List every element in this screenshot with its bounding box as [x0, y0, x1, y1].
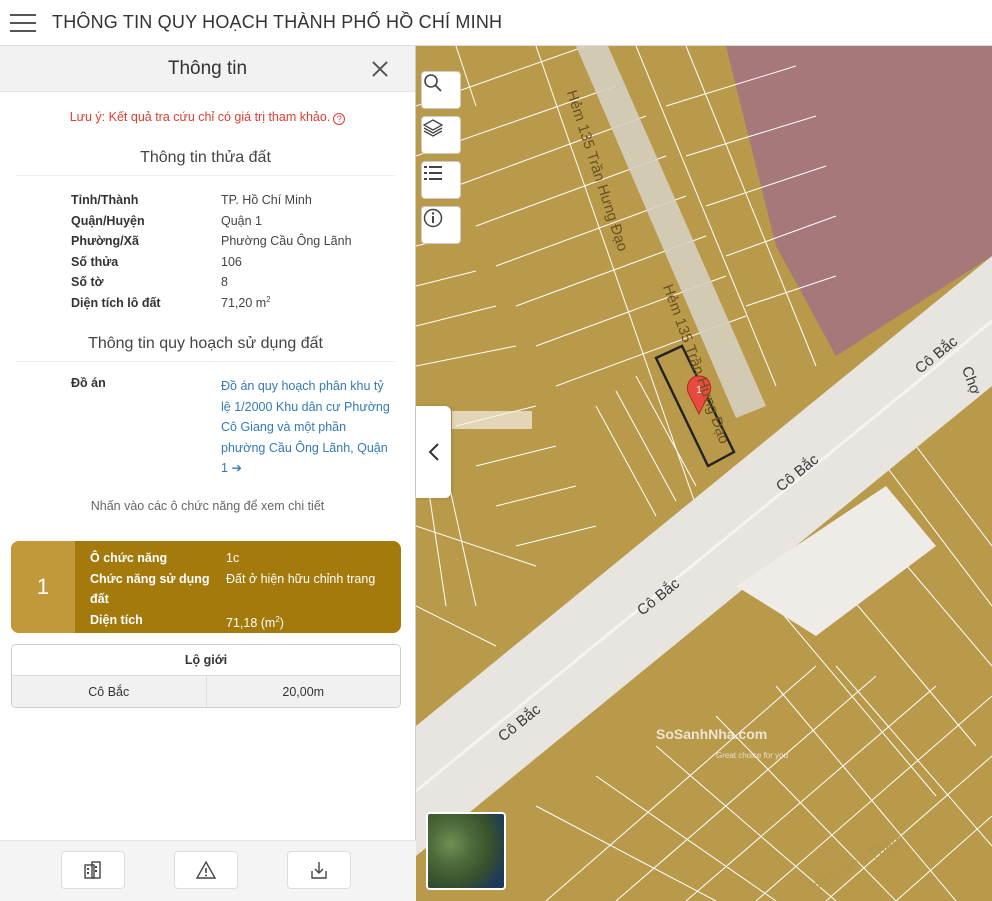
parcel-key: Diện tích lô đất — [71, 295, 161, 310]
map-search-button[interactable] — [421, 71, 461, 109]
parcel-row: Quận/Huyện Quận 1 — [71, 211, 415, 232]
alley-road — [576, 46, 766, 418]
panel-footer — [0, 840, 416, 901]
map-list-button[interactable] — [421, 161, 461, 199]
parcel-value: 106 — [221, 254, 242, 269]
map-info-button[interactable] — [421, 206, 461, 244]
hint-text: Nhấn vào các ô chức năng để xem chi tiết — [90, 498, 325, 513]
watermark: SoSanhNha.com — [656, 726, 768, 742]
arrow-right-icon: ➔ — [231, 461, 242, 475]
parcel-value: TP. Hồ Chí Minh — [221, 193, 312, 208]
plan-section-title: Thông tin quy hoạch sử dụng đất — [16, 335, 395, 362]
app-header: THÔNG TIN QUY HOẠCH THÀNH PHỐ HỒ CHÍ MIN… — [0, 0, 992, 46]
disclaimer-notice: Lưu ý: Kết quả tra cứu chỉ có giá trị th… — [0, 110, 415, 125]
function-row: Diện tích 71,18 (m2) — [90, 610, 375, 634]
blur-strip — [452, 411, 532, 429]
plan-link-text[interactable]: Đồ án quy hoạch phân khu tỷ lệ 1/2000 Kh… — [221, 379, 390, 475]
parcel-key: Số thửa — [71, 254, 119, 269]
watermark-tagline: Great choice for you — [716, 751, 789, 760]
function-area: 71,18 (m — [226, 615, 276, 630]
map-canvas[interactable]: 1 — [416, 46, 992, 901]
search-icon — [424, 74, 442, 92]
building-icon — [84, 861, 101, 879]
function-value: Đất ở hiện hữu chỉnh trang — [226, 571, 376, 586]
parcel-row: Tỉnh/Thành TP. Hồ Chí Minh — [71, 190, 415, 211]
menu-icon[interactable] — [10, 13, 36, 32]
layers-icon — [422, 119, 444, 137]
parcel-value: 8 — [221, 275, 228, 290]
parcel-section-title: Thông tin thửa đất — [16, 149, 395, 176]
area-unit-sup: 2 — [266, 295, 271, 305]
parcel-key: Phường/Xã — [71, 234, 139, 249]
close-icon[interactable] — [369, 58, 391, 80]
warning-icon — [195, 860, 217, 879]
table-row: Cô Bắc 20,00m — [12, 676, 400, 707]
function-key: Chức năng sử dụng đất — [90, 571, 210, 607]
collapse-panel-button[interactable] — [416, 406, 451, 498]
road-name-cell: Cô Bắc — [12, 676, 207, 707]
parcel-row: Diện tích lô đất 71,20 m2 — [71, 293, 415, 314]
warning-button[interactable] — [174, 851, 238, 889]
function-value: 1c — [226, 551, 240, 565]
function-area-tail: ) — [279, 615, 284, 630]
building-button[interactable] — [61, 851, 125, 889]
parcel-row: Số tờ 8 — [71, 272, 415, 293]
function-row: Chức năng sử dụng đất Đất ở hiện hữu chỉn… — [90, 569, 375, 610]
parcel-value: 71,20 m2 — [221, 295, 271, 310]
download-button[interactable] — [287, 851, 351, 889]
help-icon[interactable]: ? — [333, 113, 346, 125]
panel-title: Thông tin — [167, 57, 248, 79]
parcel-info: Tỉnh/Thành TP. Hồ Chí Minh Quận/Huyện Quận… — [71, 190, 415, 313]
parcel-row: Số thửa 106 — [71, 252, 415, 273]
map-layers-button[interactable] — [421, 116, 461, 154]
parcel-key: Số tờ — [71, 275, 104, 290]
function-key: Ô chức năng — [90, 551, 168, 565]
plan-link[interactable]: Đồ án quy hoạch phân khu tỷ lệ 1/2000 Kh… — [221, 376, 391, 479]
parcel-row: Phường/Xã Phường Cầu Ông Lãnh — [71, 231, 415, 252]
map-view[interactable]: 1 Hẻm 135 Trần Hưng Đạo Hẻm 135 Trần Hưn… — [416, 46, 992, 901]
function-key: Diện tích — [90, 612, 143, 627]
road-width-cell: 20,00m — [282, 685, 325, 699]
function-cell-details: Ô chức năng 1c Chức năng sử dụng đất Đất ở… — [75, 541, 375, 633]
plan-key: Đồ án — [71, 376, 106, 390]
parcel-value: Quận 1 — [221, 213, 263, 228]
road-boundary-title: Lộ giới — [12, 645, 400, 676]
disclaimer-text: Lưu ý: Kết quả tra cứu chỉ có giá trị th… — [69, 110, 331, 124]
function-value: 71,18 (m2) — [226, 610, 284, 634]
info-panel: Thông tin Lưu ý: Kết quả tra cứu chỉ có … — [0, 46, 416, 901]
function-row: Ô chức năng 1c — [90, 548, 375, 569]
satellite-toggle-thumbnail[interactable] — [426, 812, 506, 890]
parcel-value: Phường Cầu Ông Lãnh — [221, 234, 352, 249]
function-cell-card[interactable]: 1 Ô chức năng 1c Chức năng sử dụng đất Đất… — [11, 541, 401, 633]
panel-header: Thông tin — [0, 46, 415, 92]
plan-row: Đồ án Đồ án quy hoạch phân khu tỷ lệ 1/2… — [71, 376, 415, 479]
parcel-key: Quận/Huyện — [71, 213, 145, 228]
parcel-key: Tỉnh/Thành — [71, 193, 139, 208]
list-icon — [424, 166, 442, 180]
area-value: 71,20 m — [221, 296, 267, 311]
function-cell-number: 1 — [11, 541, 75, 633]
chevron-left-icon — [428, 443, 439, 461]
info-icon — [423, 208, 443, 228]
road-boundary-table: Lộ giới Cô Bắc 20,00m — [11, 644, 401, 708]
app-title: THÔNG TIN QUY HOẠCH THÀNH PHỐ HỒ CHÍ MIN… — [52, 12, 503, 32]
download-icon — [311, 862, 327, 879]
